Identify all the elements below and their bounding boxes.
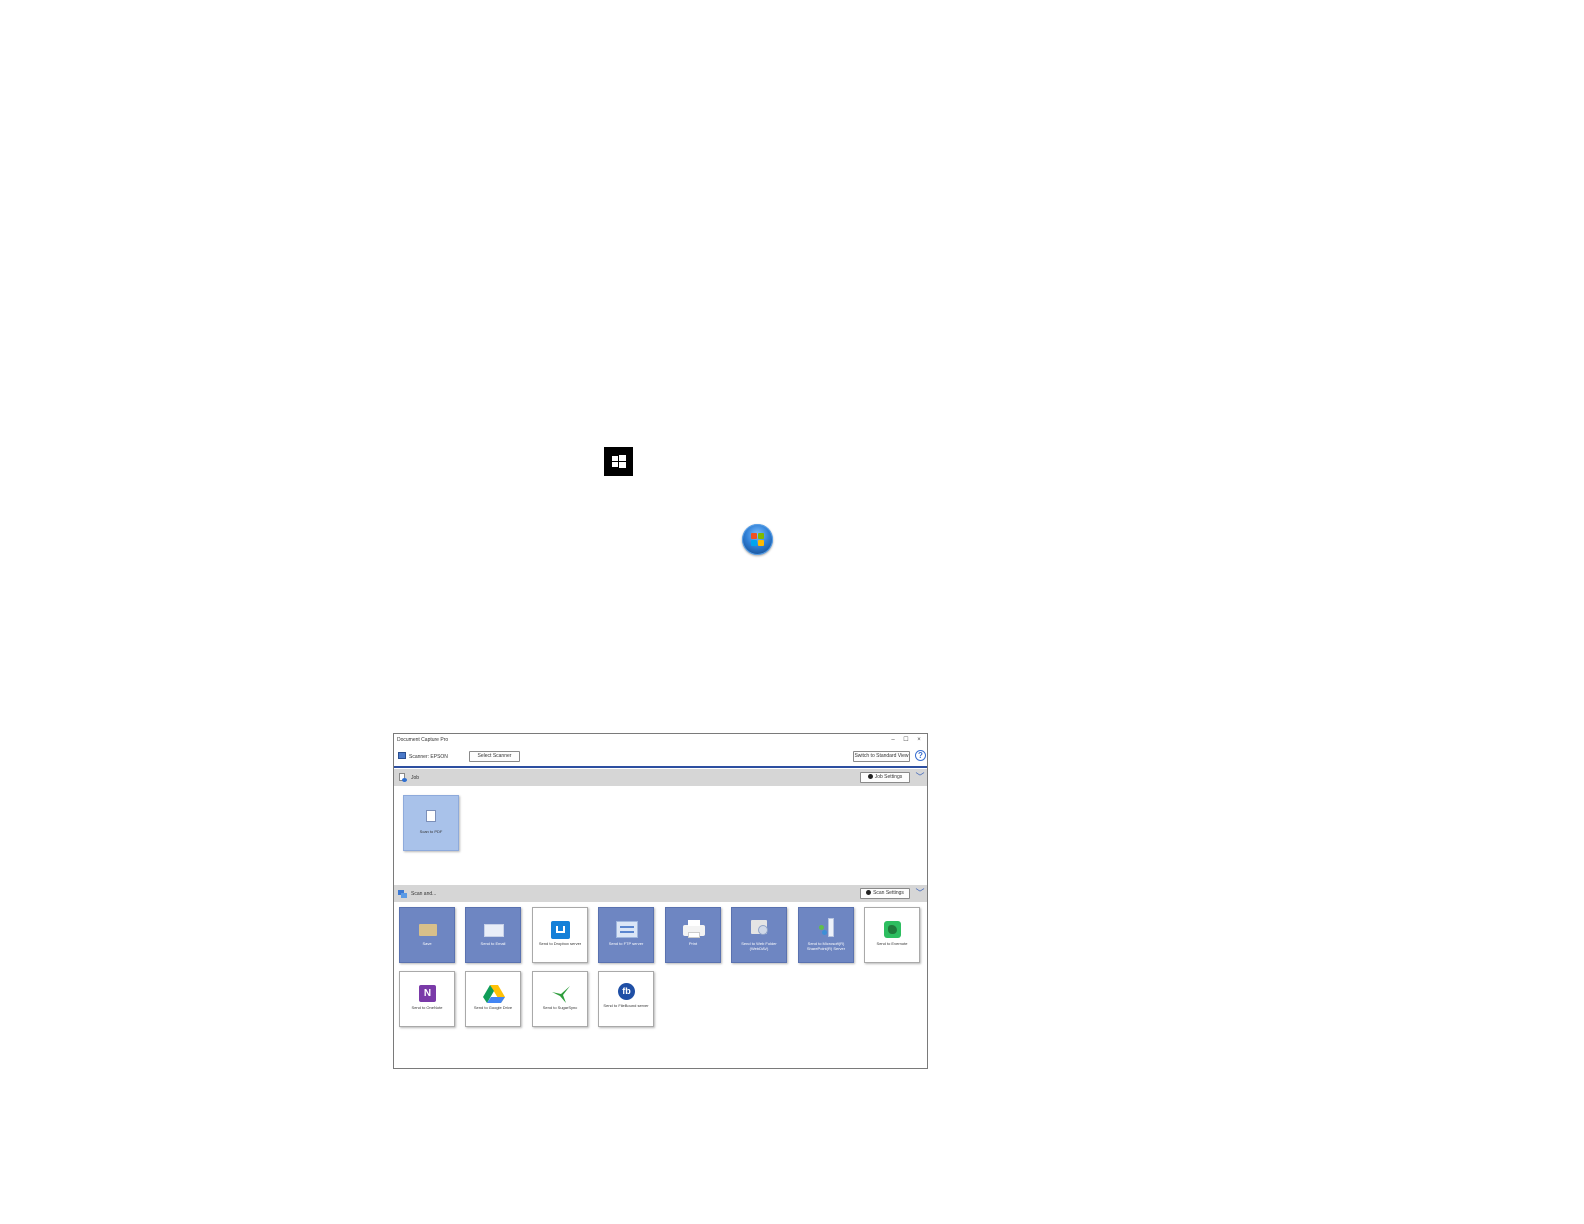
help-icon[interactable]: ? bbox=[915, 750, 926, 761]
gear-icon bbox=[867, 774, 873, 780]
job-section-label: Job bbox=[411, 775, 420, 781]
job-settings-button[interactable]: Job Settings bbox=[860, 772, 910, 783]
close-button[interactable]: × bbox=[915, 736, 923, 744]
web-folder-icon bbox=[751, 920, 768, 935]
switch-to-standard-view-button[interactable]: Switch to Standard View bbox=[853, 751, 910, 762]
window-title: Document Capture Pro bbox=[397, 737, 449, 743]
tile-label: Send to Email bbox=[480, 941, 506, 946]
tile-print[interactable]: Print bbox=[665, 907, 721, 963]
tile-send-to-dropbox[interactable]: Send to Dropbox server bbox=[532, 907, 588, 963]
tile-send-to-evernote[interactable]: Send to Evernote bbox=[864, 907, 920, 963]
tile-label: Send to SugarSync bbox=[542, 1005, 578, 1010]
tile-send-to-google-drive[interactable]: Send to Google Drive bbox=[465, 971, 521, 1027]
job-collapse-chevron-icon[interactable]: ﹀ bbox=[914, 772, 926, 783]
scan-and-section-label: Scan and... bbox=[411, 891, 437, 897]
select-scanner-button[interactable]: Select Scanner bbox=[469, 751, 520, 762]
scanner-label: Scanner: EPSON bbox=[409, 754, 448, 760]
document-icon bbox=[426, 810, 436, 822]
evernote-icon bbox=[884, 921, 901, 938]
dropbox-icon bbox=[551, 921, 570, 939]
tile-label: Send to Google Drive bbox=[473, 1005, 513, 1010]
scanner-toolbar: Scanner: EPSON Select Scanner Switch to … bbox=[394, 747, 927, 766]
scanner-icon bbox=[398, 752, 406, 759]
job-section-header: Job Job Settings ﹀ bbox=[394, 769, 927, 786]
scan-settings-label: Scan Settings bbox=[873, 890, 904, 896]
tile-send-to-web-folder[interactable]: Send to Web Folder (WebDAV) bbox=[731, 907, 787, 963]
tile-label: Send to FileBound server bbox=[603, 1003, 649, 1008]
job-settings-label: Job Settings bbox=[874, 774, 903, 780]
gear-icon bbox=[866, 890, 872, 896]
scan-collapse-chevron-icon[interactable]: ﹀ bbox=[914, 888, 926, 899]
folder-icon bbox=[419, 924, 437, 936]
tile-send-to-email[interactable]: Send to Email bbox=[465, 907, 521, 963]
onenote-icon: N bbox=[419, 985, 436, 1002]
tile-label: Save bbox=[422, 941, 432, 946]
tile-label: Print bbox=[688, 941, 698, 946]
tile-label: Send to Dropbox server bbox=[538, 941, 582, 946]
envelope-icon bbox=[484, 924, 504, 937]
toolbar-divider bbox=[394, 766, 927, 768]
title-bar: Document Capture Pro – ☐ × bbox=[394, 734, 927, 746]
tile-save[interactable]: Save bbox=[399, 907, 455, 963]
windows-7-start-orb-icon bbox=[742, 524, 773, 555]
sharepoint-icon bbox=[818, 918, 836, 938]
printer-icon bbox=[683, 920, 705, 938]
tile-label: Send to Microsoft(R) SharePoint(R) Serve… bbox=[806, 941, 846, 951]
sugarsync-icon bbox=[552, 986, 570, 1003]
scan-and-section-header: Scan and... Scan Settings ﹀ bbox=[394, 885, 927, 902]
scan-settings-button[interactable]: Scan Settings bbox=[860, 888, 910, 899]
tile-send-to-sugarsync[interactable]: Send to SugarSync bbox=[532, 971, 588, 1027]
tile-send-to-filebound[interactable]: fb Send to FileBound server bbox=[598, 971, 654, 1027]
tile-label: Send to Evernote bbox=[876, 941, 908, 946]
job-tile-scan-to-pdf[interactable]: Scan to PDF bbox=[403, 795, 459, 851]
document-capture-pro-window: Document Capture Pro – ☐ × Scanner: EPSO… bbox=[393, 733, 928, 1069]
ftp-icon bbox=[616, 921, 638, 938]
tile-label: Send to Web Folder (WebDAV) bbox=[741, 941, 777, 951]
job-icon bbox=[398, 773, 407, 782]
tile-send-to-ftp[interactable]: Send to FTP server bbox=[598, 907, 654, 963]
google-drive-icon bbox=[483, 985, 505, 1003]
tile-label: Send to FTP server bbox=[608, 941, 644, 946]
windows-start-icon bbox=[604, 447, 633, 476]
filebound-icon: fb bbox=[618, 983, 635, 1000]
tile-label: Scan to PDF bbox=[419, 829, 443, 834]
tile-send-to-sharepoint[interactable]: Send to Microsoft(R) SharePoint(R) Serve… bbox=[798, 907, 854, 963]
tile-send-to-onenote[interactable]: N Send to OneNote bbox=[399, 971, 455, 1027]
tile-label: Send to OneNote bbox=[411, 1005, 443, 1010]
maximize-button[interactable]: ☐ bbox=[902, 736, 910, 744]
minimize-button[interactable]: – bbox=[889, 736, 897, 744]
scan-and-icon bbox=[398, 889, 407, 898]
